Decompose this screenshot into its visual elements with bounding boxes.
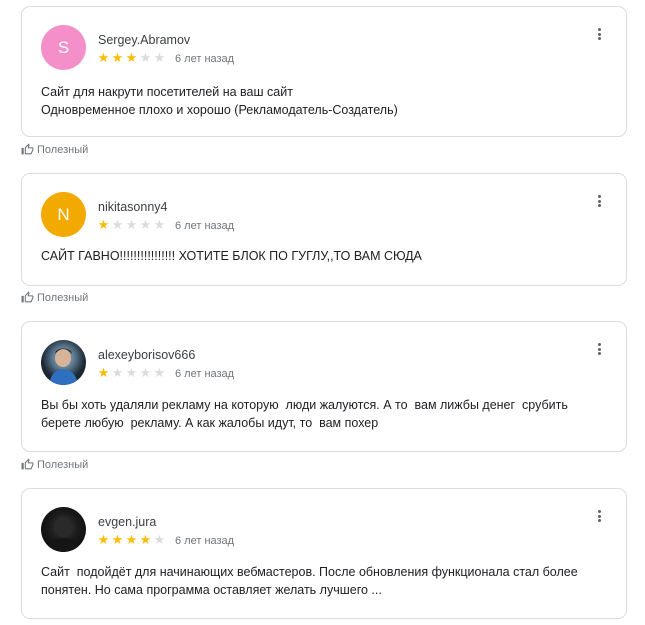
more-options-icon[interactable] [592, 341, 606, 357]
review-date: 6 лет назад [175, 53, 235, 65]
star-empty-icon: ★ [153, 217, 166, 232]
star-empty-icon: ★ [153, 365, 166, 380]
review-author[interactable]: evgen.jura [98, 515, 156, 529]
helpful-button[interactable]: Полезный [21, 291, 88, 304]
star-filled-icon: ★ [97, 532, 110, 547]
review-text-line: понятен. Но сама программа оставляет жел… [41, 583, 382, 597]
avatar[interactable]: N [41, 192, 86, 237]
thumbs-up-icon [21, 143, 34, 156]
star-empty-icon: ★ [111, 365, 124, 380]
review-author[interactable]: nikitasonny4 [98, 200, 168, 214]
avatar-photo [49, 348, 78, 385]
review-card: N nikitasonny4 ★ ★ ★ ★ ★ 6 лет назад САЙТ ГА… [21, 173, 627, 286]
helpful-label: Полезный [37, 458, 89, 471]
star-empty-icon: ★ [125, 217, 138, 232]
star-filled-icon: ★ [97, 365, 110, 380]
review-text-line: Сайт для накрути посетителей на ваш сайт [41, 85, 293, 99]
star-empty-icon: ★ [139, 217, 152, 232]
review-date: 6 лет назад [175, 535, 235, 547]
thumbs-up-icon [21, 458, 34, 471]
helpful-label: Полезный [37, 291, 89, 304]
avatar-letter: S [57, 37, 70, 57]
review-date: 6 лет назад [175, 368, 235, 380]
thumbs-up-icon [21, 291, 34, 304]
rating-stars: ★ ★ ★ ★ ★ [97, 218, 166, 232]
review-author[interactable]: alexeyborisov666 [98, 348, 195, 362]
star-filled-icon: ★ [97, 217, 110, 232]
rating-stars: ★ ★ ★ ★ ★ [97, 366, 166, 380]
star-filled-icon: ★ [139, 532, 152, 547]
star-filled-icon: ★ [97, 50, 110, 65]
star-empty-icon: ★ [153, 50, 166, 65]
review-text-line: Сайт подойдёт для начинающих вебмастеров… [41, 565, 578, 579]
review-text-line: Вы бы хоть удаляли рекламу на которую лю… [41, 398, 568, 412]
rating-stars: ★ ★ ★ ★ ★ [97, 533, 166, 547]
star-filled-icon: ★ [125, 50, 138, 65]
review-card: evgen.jura ★ ★ ★ ★ ★ 6 лет назад Сайт подойд… [21, 488, 627, 619]
avatar-photo [47, 517, 80, 552]
more-options-icon[interactable] [592, 508, 606, 524]
star-filled-icon: ★ [125, 532, 138, 547]
avatar[interactable] [41, 340, 86, 385]
star-empty-icon: ★ [139, 50, 152, 65]
review-card: S Sergey.Abramov ★ ★ ★ ★ ★ 6 лет назад Сайт … [21, 6, 627, 137]
helpful-button[interactable]: Полезный [21, 458, 88, 471]
star-empty-icon: ★ [125, 365, 138, 380]
star-empty-icon: ★ [153, 532, 166, 547]
review-author[interactable]: Sergey.Abramov [98, 33, 190, 47]
star-empty-icon: ★ [111, 217, 124, 232]
avatar[interactable]: S [41, 25, 86, 70]
review-text-line: Одновременное плохо и хорошо (Рекламодат… [41, 103, 398, 117]
review-date: 6 лет назад [175, 220, 235, 232]
more-options-icon[interactable] [592, 26, 606, 42]
more-options-icon[interactable] [592, 193, 606, 209]
star-filled-icon: ★ [111, 50, 124, 65]
review-text-line: берете любую рекламу. А как жалобы идут,… [41, 416, 379, 430]
review-card: alexeyborisov666 ★ ★ ★ ★ ★ 6 лет назад Вы бы… [21, 321, 627, 452]
avatar[interactable] [41, 507, 86, 552]
rating-stars: ★ ★ ★ ★ ★ [97, 51, 166, 65]
star-filled-icon: ★ [111, 532, 124, 547]
helpful-label: Полезный [37, 143, 89, 156]
star-empty-icon: ★ [139, 365, 152, 380]
helpful-button[interactable]: Полезный [21, 143, 88, 156]
avatar-letter: N [57, 204, 70, 224]
review-text-line: САЙТ ГАВНО!!!!!!!!!!!!!!!! ХОТИТЕ БЛОК П… [41, 249, 422, 263]
